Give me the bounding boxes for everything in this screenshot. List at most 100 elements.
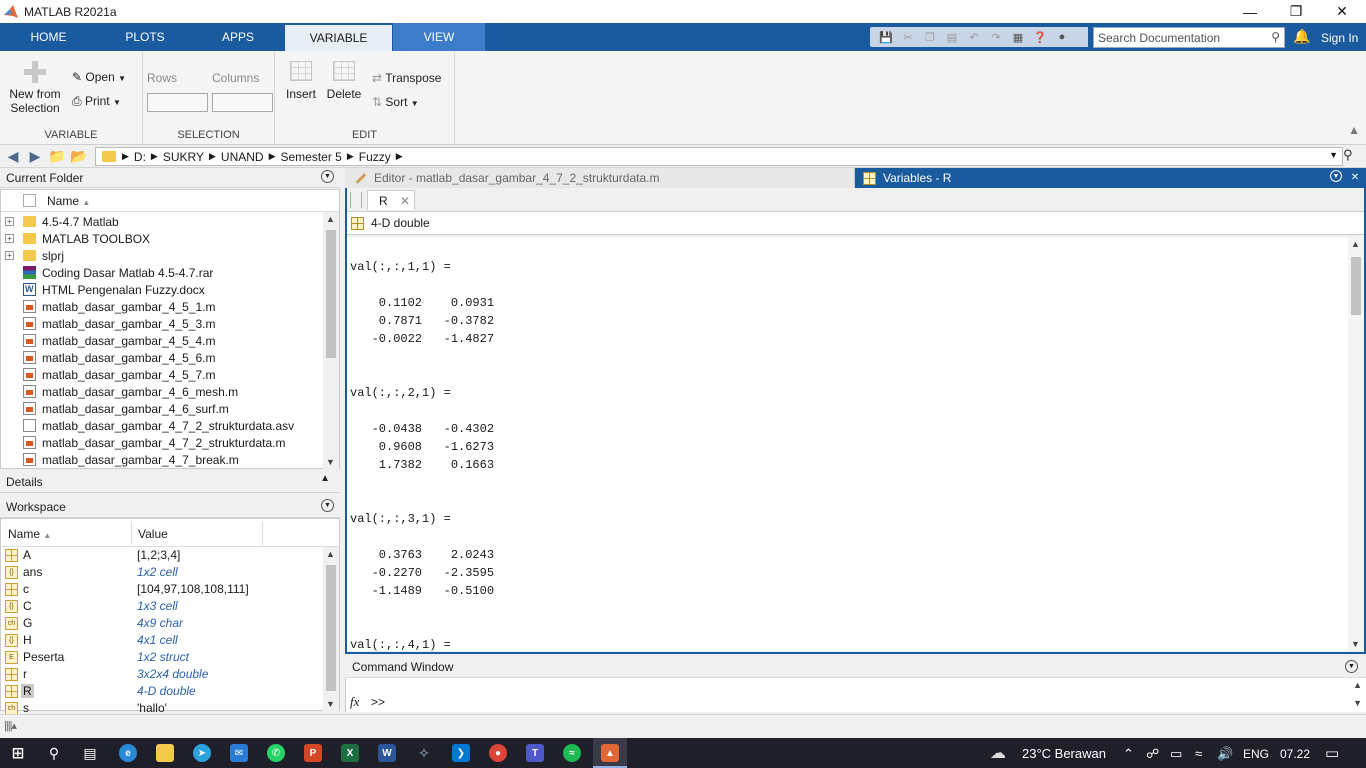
- community-icon[interactable]: ●: [1054, 29, 1070, 45]
- mail-icon[interactable]: ✉: [230, 744, 248, 762]
- teams-icon[interactable]: T: [526, 744, 544, 762]
- workspace-row[interactable]: E Peserta 1x2 struct: [1, 649, 323, 666]
- workspace-row[interactable]: c [104,97,108,108,111]: [1, 581, 323, 598]
- file-row[interactable]: matlab_dasar_gambar_4_7_2_strukturdata.a…: [1, 417, 321, 434]
- tab-view[interactable]: VIEW: [393, 23, 485, 51]
- scroll-up-icon[interactable]: ▲: [1351, 239, 1360, 249]
- panel-actions-icon[interactable]: ▼: [1330, 170, 1342, 182]
- collapse-ribbon-icon[interactable]: ▲: [1348, 123, 1360, 137]
- tray-device-icon[interactable]: ☍: [1146, 746, 1159, 762]
- ws-name-column-header[interactable]: Name ▲: [8, 527, 51, 541]
- ws-value-column-header[interactable]: Value: [138, 527, 168, 541]
- scroll-up-icon[interactable]: ▲: [1353, 680, 1362, 690]
- search-icon[interactable]: ⚲: [45, 744, 63, 762]
- breadcrumb-fuzzy[interactable]: Fuzzy: [359, 150, 391, 164]
- tab-apps[interactable]: APPS: [193, 23, 283, 51]
- panel-actions-icon[interactable]: ▼: [321, 499, 334, 512]
- tab-plots[interactable]: PLOTS: [97, 23, 193, 51]
- file-row[interactable]: + MATLAB TOOLBOX: [1, 230, 321, 247]
- word-icon[interactable]: W: [378, 744, 396, 762]
- chrome-icon[interactable]: ●: [489, 744, 507, 762]
- weather-text[interactable]: 23°C Berawan: [1022, 746, 1106, 761]
- variable-scrollbar[interactable]: ▲ ▼: [1348, 237, 1364, 651]
- paste-icon[interactable]: ▤: [944, 29, 960, 45]
- workspace-row[interactable]: {} ans 1x2 cell: [1, 564, 323, 581]
- breadcrumb-sukry[interactable]: SUKRY: [163, 150, 204, 164]
- panel-actions-icon[interactable]: ▼: [321, 170, 334, 183]
- show-hidden-icons-icon[interactable]: ⌃: [1123, 746, 1134, 762]
- insert-button[interactable]: Insert: [284, 61, 318, 101]
- up-folder-icon[interactable]: 📁: [48, 147, 66, 165]
- scroll-down-icon[interactable]: ▼: [1353, 698, 1362, 708]
- scroll-up-icon[interactable]: ▲: [326, 214, 335, 224]
- file-row[interactable]: HTML Pengenalan Fuzzy.docx: [1, 281, 321, 298]
- panel-actions-icon[interactable]: ▼: [1345, 660, 1358, 673]
- minimize-button[interactable]: —: [1227, 0, 1273, 23]
- command-window[interactable]: fx >> ▲ ▼: [345, 678, 1366, 712]
- workspace-row[interactable]: R 4-D double: [1, 683, 323, 700]
- save-icon[interactable]: 💾: [878, 29, 894, 45]
- clock[interactable]: 07.22: [1280, 747, 1310, 761]
- switch-windows-icon[interactable]: ▦: [1010, 29, 1026, 45]
- file-row[interactable]: matlab_dasar_gambar_4_5_7.m: [1, 366, 321, 383]
- edge-browser-icon[interactable]: e: [119, 744, 137, 762]
- language-indicator[interactable]: ENG: [1243, 747, 1269, 761]
- workspace-row[interactable]: {} C 1x3 cell: [1, 598, 323, 615]
- close-panel-icon[interactable]: ✕: [1348, 170, 1362, 184]
- file-row[interactable]: matlab_dasar_gambar_4_6_surf.m: [1, 400, 321, 417]
- notification-bell-icon[interactable]: 🔔: [1293, 28, 1310, 45]
- redo-icon[interactable]: ↷: [988, 29, 1004, 45]
- expand-details-icon[interactable]: ▲: [320, 473, 330, 484]
- scroll-up-icon[interactable]: ▲: [326, 549, 335, 559]
- new-from-selection-button[interactable]: New from Selection: [4, 61, 66, 115]
- rows-input[interactable]: [147, 93, 208, 112]
- matlab-taskbar-icon[interactable]: ▲: [601, 744, 619, 762]
- open-button[interactable]: ✎ Open ▼: [72, 70, 126, 84]
- workspace-row[interactable]: ch G 4x9 char: [1, 615, 323, 632]
- close-button[interactable]: ✕: [1319, 0, 1365, 23]
- close-variable-icon[interactable]: ✕: [400, 194, 410, 208]
- telegram-icon[interactable]: ➤: [193, 744, 211, 762]
- file-row[interactable]: + slprj: [1, 247, 321, 264]
- file-explorer-icon[interactable]: [156, 744, 174, 762]
- breadcrumb-semester[interactable]: Semester 5: [281, 150, 342, 164]
- scrollbar-thumb[interactable]: [1351, 257, 1361, 315]
- file-row[interactable]: +4.5-4.7 Matlab: [1, 213, 321, 230]
- file-row[interactable]: matlab_dasar_gambar_4_6_mesh.m: [1, 383, 321, 400]
- expand-folder-icon[interactable]: +: [5, 217, 14, 226]
- file-row[interactable]: matlab_dasar_gambar_4_5_1.m: [1, 298, 321, 315]
- file-row[interactable]: matlab_dasar_gambar_4_5_4.m: [1, 332, 321, 349]
- workspace-scrollbar[interactable]: ▲ ▼: [323, 547, 339, 711]
- file-row[interactable]: matlab_dasar_gambar_4_7_break.m: [1, 451, 321, 468]
- file-row[interactable]: matlab_dasar_gambar_4_5_6.m: [1, 349, 321, 366]
- wifi-icon[interactable]: ≈: [1195, 746, 1202, 761]
- back-icon[interactable]: ◀: [4, 147, 22, 165]
- workspace-row[interactable]: r 3x2x4 double: [1, 666, 323, 683]
- variable-subtab-r[interactable]: R ✕: [367, 190, 415, 210]
- breadcrumb-unand[interactable]: UNAND: [221, 150, 264, 164]
- search-documentation-input[interactable]: Search Documentation ⚲: [1093, 27, 1285, 48]
- file-list-scrollbar[interactable]: ▲ ▼: [323, 212, 339, 469]
- scrollbar-thumb[interactable]: [326, 230, 336, 358]
- name-column-header[interactable]: Name ▲: [47, 194, 90, 208]
- scrollbar-thumb[interactable]: [326, 565, 336, 691]
- search-icon[interactable]: ⚲: [1271, 30, 1280, 44]
- battery-icon[interactable]: ▭: [1170, 746, 1182, 762]
- function-browser-icon[interactable]: fx: [350, 694, 359, 710]
- spotify-icon[interactable]: ≈: [563, 744, 581, 762]
- search-folder-icon[interactable]: ⚲: [1343, 147, 1353, 163]
- scroll-down-icon[interactable]: ▼: [1351, 639, 1360, 649]
- file-row[interactable]: matlab_dasar_gambar_4_7_2_strukturdata.m: [1, 434, 321, 451]
- browse-folder-icon[interactable]: 📂: [70, 147, 88, 165]
- excel-icon[interactable]: X: [341, 744, 359, 762]
- whatsapp-icon[interactable]: ✆: [267, 744, 285, 762]
- tab-home[interactable]: HOME: [0, 23, 97, 51]
- undo-icon[interactable]: ↶: [966, 29, 982, 45]
- sort-button[interactable]: ⇅ Sort ▼: [372, 95, 419, 109]
- transpose-button[interactable]: ⇄ Transpose: [372, 71, 441, 85]
- task-view-icon[interactable]: ▤: [81, 744, 99, 762]
- workspace-row[interactable]: A [1,2;3,4]: [1, 547, 323, 564]
- tab-variables[interactable]: Variables - R ▼ ✕: [855, 168, 1366, 188]
- file-row[interactable]: Coding Dasar Matlab 4.5-4.7.rar: [1, 264, 321, 281]
- vscode-icon[interactable]: ❯: [452, 744, 470, 762]
